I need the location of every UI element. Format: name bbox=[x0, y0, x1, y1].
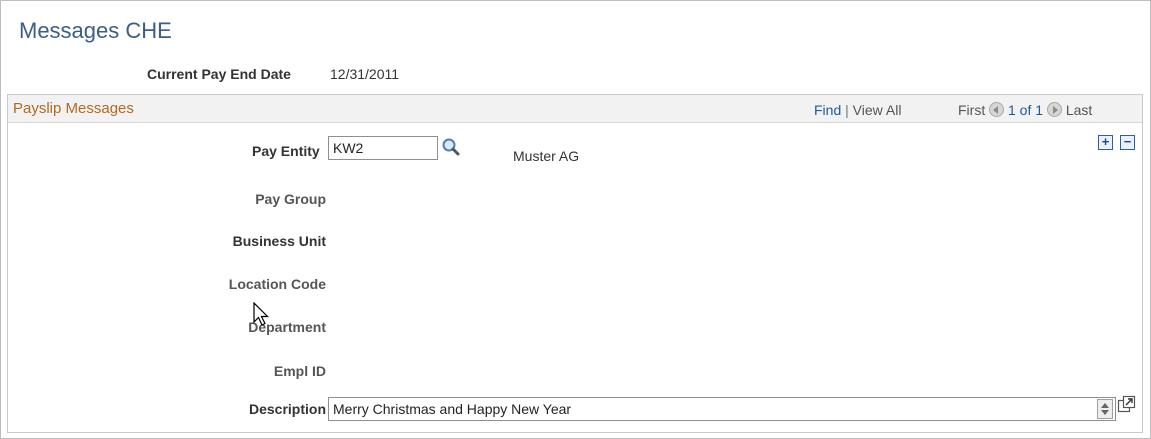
expand-icon[interactable] bbox=[1117, 395, 1137, 415]
description-label: Description bbox=[248, 401, 326, 417]
page-title: Messages CHE bbox=[19, 18, 172, 43]
group-title: Payslip Messages bbox=[13, 100, 134, 117]
grid-nav-links: Find | View All bbox=[814, 102, 901, 118]
mouse-cursor-icon bbox=[253, 302, 269, 326]
pay-entity-label: Pay Entity bbox=[252, 143, 320, 159]
pay-entity-input[interactable]: KW2 bbox=[328, 136, 438, 160]
last-label: Last bbox=[1065, 102, 1093, 118]
next-arrow-icon[interactable] bbox=[1046, 102, 1062, 117]
pay-entity-description: Muster AG bbox=[513, 148, 580, 164]
delete-row-button[interactable]: − bbox=[1120, 135, 1135, 150]
row-navigation: First 1 of 1 Last bbox=[958, 102, 1092, 118]
empl-id-label: Empl ID bbox=[273, 363, 326, 379]
location-code-label: Location Code bbox=[228, 276, 326, 292]
view-all-link[interactable]: View All bbox=[853, 102, 902, 118]
magnifier-icon[interactable] bbox=[441, 137, 461, 157]
pay-end-date-label: Current Pay End Date bbox=[147, 66, 291, 82]
pay-end-date-value: 12/31/2011 bbox=[330, 66, 400, 82]
department-label: Department bbox=[248, 319, 326, 335]
description-input[interactable]: Merry Christmas and Happy New Year bbox=[328, 397, 1116, 421]
add-row-button[interactable]: + bbox=[1098, 135, 1113, 150]
previous-arrow-icon[interactable] bbox=[989, 102, 1005, 117]
nav-separator: | bbox=[845, 102, 849, 118]
pay-group-label: Pay Group bbox=[255, 191, 326, 207]
group-header: Payslip Messages Find | View All First 1… bbox=[8, 95, 1142, 123]
business-unit-label: Business Unit bbox=[232, 233, 326, 249]
find-link[interactable]: Find bbox=[814, 102, 841, 118]
first-label: First bbox=[958, 102, 986, 118]
spinner-icon[interactable] bbox=[1097, 399, 1113, 419]
payslip-messages-group: Payslip Messages Find | View All First 1… bbox=[7, 94, 1143, 433]
row-count: 1 of 1 bbox=[1008, 102, 1044, 118]
